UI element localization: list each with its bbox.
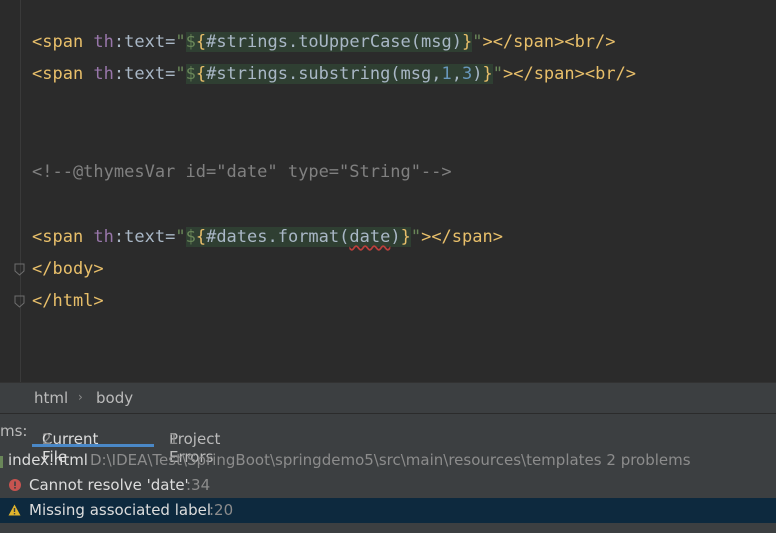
problem-item-selected[interactable]: Missing associated label :20 [0,498,776,523]
fold-end-icon[interactable] [14,263,25,276]
html-file-icon [0,456,3,468]
brace-open: { [195,32,207,52]
number: 1 [441,64,452,84]
attr-name: :text= [113,32,176,52]
brace-close: } [461,32,473,52]
brace-open: { [195,227,207,247]
error-icon [9,479,21,491]
fold-end-icon[interactable] [14,295,25,308]
quote: " [175,64,186,84]
warning-icon [8,504,21,516]
quote: " [410,227,422,247]
quote: " [472,32,483,52]
unresolved-reference: date [349,227,391,247]
code-line-comment[interactable]: <!--@thymesVar id="date" type="String"--… [32,159,452,185]
breadcrumb-item-html[interactable]: html [34,389,68,407]
code-line-2[interactable]: <span th:text="${#strings.substring(msg,… [32,61,636,87]
brace-close: } [400,227,411,247]
attr-name: :text= [113,227,176,247]
file-path: D:\IDEA\Test\SpringBoot\springdemo5\src\… [90,448,691,473]
tag-open: <span [32,227,94,247]
quote: " [492,64,503,84]
paren: ) [390,227,401,247]
problem-text: Missing associated label [29,501,211,519]
code-editor[interactable]: <span th:text="${#strings.toUpperCase(ms… [0,0,776,382]
tag-close: ></span><br/> [482,32,616,52]
problem-location: :20 [209,501,234,519]
attr-prefix: th [93,64,114,84]
code-line-1[interactable]: <span th:text="${#strings.toUpperCase(ms… [32,29,616,55]
brace-close: } [482,64,493,84]
tag-close: ></span> [421,227,503,247]
tag-close: ></span><br/> [502,64,637,84]
attr-prefix: th [93,227,114,247]
file-path-text: D:\IDEA\Test\SpringBoot\springdemo5\src\… [90,451,602,469]
problem-text: Cannot resolve 'date' [29,476,189,494]
chevron-right-icon: › [78,390,83,404]
gutter-divider [20,0,21,382]
dollar: $ [185,32,196,52]
dollar: $ [185,64,196,84]
dollar: $ [185,227,196,247]
code-line-4[interactable]: <span th:text="${#dates.format(date)}"><… [32,224,503,250]
code-line-6[interactable]: </html> [32,288,104,314]
paren: ) [472,64,483,84]
file-name: index.html [8,451,88,469]
problem-count: 2 problems [606,451,691,469]
problems-panel: ms: Current File 2 Project Errors 1 inde… [0,413,776,533]
brace-open: { [195,64,207,84]
tab-active-indicator [32,444,154,447]
comma: , [451,64,462,84]
quote: " [175,227,186,247]
problem-file-row[interactable]: index.html D:\IDEA\Test\SpringBoot\sprin… [0,448,776,473]
attr-name: :text= [113,64,176,84]
tab-count: 1 [169,430,179,448]
code-line-5[interactable]: </body> [32,256,104,282]
problem-location: :34 [186,476,211,494]
expression: #strings.substring(msg, [206,64,442,84]
tag-open: <span [32,64,94,84]
quote: " [175,32,186,52]
problems-tabs: ms: Current File 2 Project Errors 1 [0,414,776,466]
attr-prefix: th [93,32,114,52]
expression: #dates.format( [206,227,350,247]
breadcrumb-item-body[interactable]: body [96,389,133,407]
expression: #strings.toUpperCase(msg) [206,32,462,52]
problem-item[interactable]: Cannot resolve 'date' :34 [0,473,776,498]
number: 3 [461,64,473,84]
tag-open: <span [32,32,94,52]
problems-label: ms: [0,422,28,440]
breadcrumb: html › body [0,382,776,414]
